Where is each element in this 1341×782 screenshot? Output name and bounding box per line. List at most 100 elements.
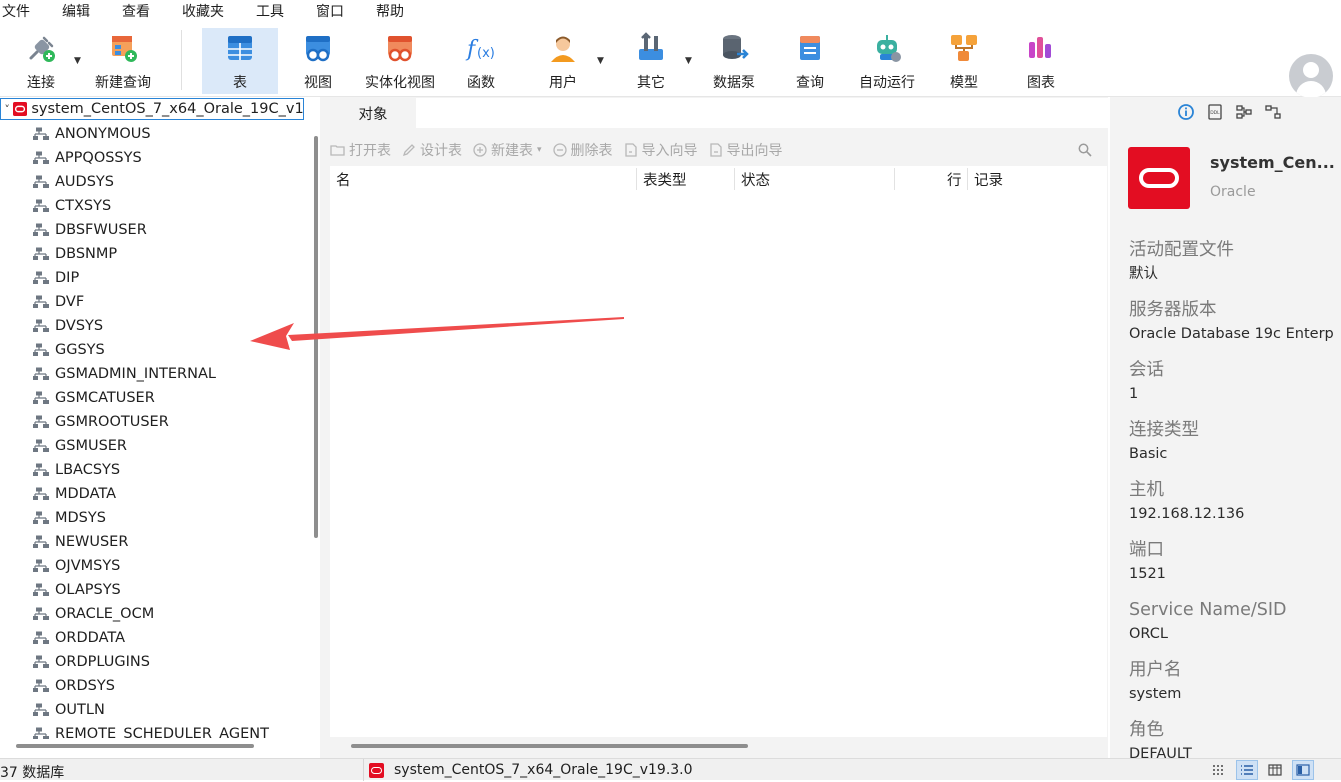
objects-horizontal-scrollbar[interactable] <box>351 744 748 748</box>
column-records[interactable]: 记录 <box>974 169 1003 190</box>
tree-item-schema[interactable]: ANONYMOUS <box>0 122 306 146</box>
user-avatar[interactable] <box>1289 54 1333 98</box>
list-view-icon[interactable] <box>1236 760 1258 780</box>
function-button[interactable]: f (x) 函数 <box>460 28 502 94</box>
new-query-button[interactable]: 新建查询 <box>88 28 158 94</box>
function-label: 函数 <box>467 75 495 91</box>
data-pump-icon <box>718 32 750 64</box>
tree-item-schema[interactable]: OUTLN <box>0 698 306 722</box>
info-pane-toggle-icon[interactable] <box>1292 760 1314 780</box>
info-panel-tabs: DDL <box>1177 103 1293 121</box>
tree-item-label: ORACLE_OCM <box>55 606 155 622</box>
property-row: Service Name/SID ORCL <box>1129 598 1339 646</box>
tree-item-schema[interactable]: ORDDATA <box>0 626 306 650</box>
tree-item-schema[interactable]: LBACSYS <box>0 458 306 482</box>
tree-item-schema[interactable]: DBSFWUSER <box>0 218 306 242</box>
chart-button[interactable]: 图表 <box>1022 28 1060 94</box>
view-button[interactable]: 视图 <box>296 28 340 94</box>
menu-favorites[interactable]: 收藏夹 <box>180 0 224 24</box>
grid-view-icon[interactable] <box>1208 760 1230 780</box>
tab-strip <box>416 98 1108 128</box>
tree-item-schema[interactable]: ORDSYS <box>0 674 306 698</box>
automation-button[interactable]: 自动运行 <box>855 28 919 94</box>
import-icon <box>624 143 637 157</box>
user-dropdown-caret[interactable]: ▼ <box>597 56 604 66</box>
user-label: 用户 <box>549 75 577 91</box>
tree-item-schema[interactable]: GSMROOTUSER <box>0 410 306 434</box>
tree-item-schema[interactable]: DVF <box>0 290 306 314</box>
user-button[interactable]: 用户 <box>543 28 583 94</box>
others-dropdown-caret[interactable]: ▼ <box>685 56 692 66</box>
tree-item-schema[interactable]: MDSYS <box>0 506 306 530</box>
tree-item-schema[interactable]: GSMUSER <box>0 434 306 458</box>
tree-item-schema[interactable]: OJVMSYS <box>0 554 306 578</box>
column-status[interactable]: 状态 <box>741 169 770 190</box>
tree-item-schema[interactable]: APPQOSSYS <box>0 146 306 170</box>
tree-item-schema[interactable]: DIP <box>0 266 306 290</box>
menu-window[interactable]: 窗口 <box>314 0 344 24</box>
tree-item-label: DVF <box>55 294 85 310</box>
property-label: Service Name/SID <box>1129 600 1287 620</box>
tree-item-schema[interactable]: AUDSYS <box>0 170 306 194</box>
menu-view[interactable]: 查看 <box>120 0 150 24</box>
table-label: 表 <box>233 75 247 91</box>
tree-root-connection[interactable]: ˅ system_CentOS_7_x64_Orale_19C_v19.3.0 <box>0 98 304 120</box>
chevron-down-icon[interactable]: ˅ <box>1 103 13 116</box>
tree-item-schema[interactable]: ORDPLUGINS <box>0 650 306 674</box>
import-wizard-button[interactable]: 导入向导 <box>623 140 698 160</box>
design-table-button[interactable]: 设计表 <box>401 140 462 160</box>
tree-item-label: GSMCATUSER <box>55 390 155 406</box>
others-button[interactable]: 其它 <box>630 28 672 94</box>
delete-table-button[interactable]: 删除表 <box>552 140 613 160</box>
oracle-logo <box>1128 147 1190 209</box>
open-table-button[interactable]: 打开表 <box>330 140 391 160</box>
tree-item-schema[interactable]: GSMADMIN_INTERNAL <box>0 362 306 386</box>
query-button[interactable]: 查询 <box>792 28 828 94</box>
function-icon: f (x) <box>465 32 497 64</box>
dependency-icon[interactable] <box>1235 103 1253 121</box>
data-pump-button[interactable]: 数据泵 <box>708 28 760 94</box>
oracle-icon <box>369 762 384 778</box>
table-button[interactable]: 表 <box>202 28 278 94</box>
menu-help[interactable]: 帮助 <box>374 0 404 24</box>
view-mode-switcher <box>1208 760 1320 780</box>
tree-item-schema[interactable]: DBSNMP <box>0 242 306 266</box>
materialized-view-button[interactable]: 实体化视图 <box>359 28 441 94</box>
menu-file[interactable]: 文件 <box>0 0 30 24</box>
detail-view-icon[interactable] <box>1264 760 1286 780</box>
connect-button[interactable]: 连接 <box>18 28 64 94</box>
column-table-type[interactable]: 表类型 <box>643 169 687 190</box>
menu-edit[interactable]: 编辑 <box>60 0 90 24</box>
column-name[interactable]: 名 <box>336 169 351 190</box>
search-icon[interactable] <box>1078 143 1092 157</box>
layout-icon[interactable] <box>1264 103 1282 121</box>
tree-horizontal-scrollbar[interactable] <box>16 744 254 748</box>
tree-item-schema[interactable]: OLAPSYS <box>0 578 306 602</box>
menu-tools[interactable]: 工具 <box>254 0 284 24</box>
connect-dropdown-caret[interactable]: ▼ <box>74 56 81 66</box>
plug-icon <box>25 32 57 64</box>
tree-item-schema[interactable]: MDDATA <box>0 482 306 506</box>
property-value: ORCL <box>1129 626 1168 642</box>
connect-label: 连接 <box>27 75 55 91</box>
tree-item-label: REMOTE_SCHEDULER_AGENT <box>55 726 269 739</box>
tree-item-schema[interactable]: GSMCATUSER <box>0 386 306 410</box>
export-wizard-button[interactable]: 导出向导 <box>708 140 783 160</box>
objects-toolbar: 打开表 设计表 新建表 ▾ 删除表 导入向导 导出向导 <box>330 138 1100 162</box>
property-row: 会话 1 <box>1129 358 1339 406</box>
ddl-icon[interactable]: DDL <box>1206 103 1224 121</box>
tab-objects[interactable]: 对象 <box>330 98 416 128</box>
column-rows[interactable]: 行 <box>947 169 962 190</box>
tree-item-schema[interactable]: NEWUSER <box>0 530 306 554</box>
tree-item-schema[interactable]: CTXSYS <box>0 194 306 218</box>
property-value: 1 <box>1129 386 1139 402</box>
new-table-caret[interactable]: ▾ <box>537 145 542 155</box>
info-icon[interactable] <box>1177 103 1195 121</box>
new-table-button[interactable]: 新建表 ▾ <box>472 140 542 160</box>
property-row: 端口 1521 <box>1129 538 1339 586</box>
tree-item-schema[interactable]: ORACLE_OCM <box>0 602 306 626</box>
tree-item-schema[interactable]: REMOTE_SCHEDULER_AGENT <box>0 722 306 739</box>
schema-icon <box>33 463 49 476</box>
schema-icon <box>33 727 49 739</box>
model-button[interactable]: 模型 <box>946 28 982 94</box>
